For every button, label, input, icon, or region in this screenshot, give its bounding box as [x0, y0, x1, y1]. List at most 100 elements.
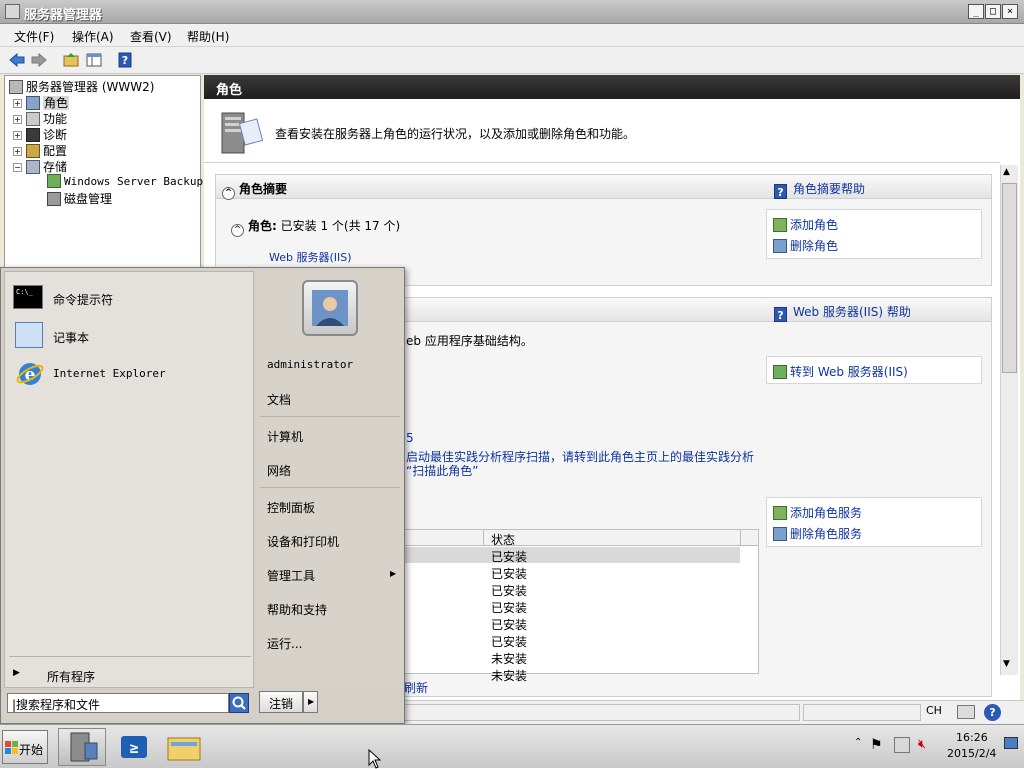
add-roles-link[interactable]: 添加角色	[773, 216, 838, 233]
status-column-header[interactable]: 状态	[491, 531, 515, 548]
tree-root[interactable]: 服务器管理器 (WWW2)	[9, 78, 154, 94]
table-row[interactable]: 未安装	[403, 666, 740, 683]
search-button[interactable]	[229, 693, 249, 713]
network-icon[interactable]	[894, 737, 910, 753]
tree-item-roles[interactable]: + 角色	[13, 94, 70, 110]
close-button[interactable]: ×	[1002, 4, 1018, 19]
table-row[interactable]: 已安装	[403, 547, 740, 564]
volume-muted-icon[interactable]: 🔇︎	[918, 737, 926, 752]
tree-item-windows-server-backup[interactable]: Windows Server Backup	[47, 174, 203, 190]
taskbar-powershell[interactable]: ≥	[110, 728, 158, 766]
show-desktop-button[interactable]	[1004, 737, 1018, 749]
status-pane	[404, 704, 800, 721]
start-menu-places-pane: administrator 文档 计算机 网络 控制面板 设备和打印机 管理工具…	[256, 271, 403, 688]
back-arrow-icon[interactable]	[8, 51, 26, 69]
internet-explorer-icon: e	[16, 363, 44, 385]
clock-date[interactable]: 2015/2/4	[947, 747, 996, 760]
expand-toggle[interactable]: +	[13, 147, 22, 156]
table-row[interactable]: 已安装	[403, 564, 740, 581]
keyboard-icon[interactable]	[957, 705, 975, 719]
action-center-flag-icon[interactable]: ⚑	[870, 737, 883, 753]
devices-and-printers-link[interactable]: 设备和打印机	[267, 533, 339, 550]
expand-toggle[interactable]: +	[13, 99, 22, 108]
add-role-services-link[interactable]: 添加角色服务	[773, 504, 862, 521]
add-roles-label: 添加角色	[790, 218, 839, 232]
installed-role-link[interactable]: Web 服务器(IIS)	[269, 249, 352, 265]
column-divider	[483, 530, 484, 546]
scroll-up-arrow-icon[interactable]: ▲	[1003, 167, 1010, 177]
menu-bar: 文件(F) 操作(A) 查看(V) 帮助(H)	[0, 24, 1024, 47]
status-cell: 已安装	[491, 618, 528, 632]
column-divider	[740, 530, 741, 546]
menu-view[interactable]: 查看(V)	[130, 28, 172, 45]
documents-link[interactable]: 文档	[267, 391, 291, 408]
table-row[interactable]: 未安装	[403, 649, 740, 666]
features-icon	[26, 112, 40, 126]
table-row[interactable]: 已安装	[403, 581, 740, 598]
toolbar: ?	[0, 47, 1024, 74]
roles-summary-help-link[interactable]: ? 角色摘要帮助	[774, 180, 865, 199]
tree-item-disk-management[interactable]: 磁盘管理	[47, 190, 112, 206]
language-indicator[interactable]: CH	[926, 704, 948, 722]
logoff-button[interactable]: 注销	[259, 691, 303, 713]
help-circle-icon[interactable]: ?	[984, 704, 1001, 721]
tree-item-storage[interactable]: − 存储	[13, 158, 67, 174]
goto-iis-link[interactable]: 转到 Web 服务器(IIS)	[773, 363, 908, 380]
tree-item-diagnostics[interactable]: + 诊断	[13, 126, 67, 142]
all-programs-button[interactable]: ▶ 所有程序	[11, 666, 247, 686]
menu-file[interactable]: 文件(F)	[14, 28, 54, 45]
control-panel-link[interactable]: 控制面板	[267, 499, 315, 516]
vertical-scrollbar[interactable]: ▲ ▼	[1000, 165, 1018, 675]
shutdown-options-button[interactable]: ▶	[303, 691, 318, 713]
start-button[interactable]: 开始	[2, 730, 48, 764]
run-link[interactable]: 运行...	[267, 635, 302, 652]
program-cmd[interactable]: C:\_ 命令提示符	[13, 282, 249, 314]
backup-icon	[47, 174, 61, 188]
restore-button[interactable]: □	[985, 4, 1001, 19]
remove-roles-link[interactable]: 删除角色	[773, 237, 838, 254]
help-and-support-link[interactable]: 帮助和支持	[267, 601, 327, 618]
places-separator	[260, 487, 400, 488]
collapse-toggle[interactable]: −	[13, 163, 22, 172]
help-icon[interactable]: ?	[116, 51, 134, 69]
expand-toggle[interactable]: +	[13, 131, 22, 140]
tree-item-configuration[interactable]: + 配置	[13, 142, 67, 158]
clock-time[interactable]: 16:26	[956, 731, 988, 744]
collapse-chevron-icon[interactable]: ^	[231, 224, 244, 237]
menu-help[interactable]: 帮助(H)	[187, 28, 229, 45]
title-bar[interactable]: 服务器管理器 _ □ ×	[0, 0, 1024, 24]
up-folder-icon[interactable]	[62, 51, 80, 69]
taskbar-server-manager[interactable]	[58, 728, 106, 766]
roles-summary-header[interactable]: ^ 角色摘要 ? 角色摘要帮助	[216, 175, 991, 200]
administrative-tools-link[interactable]: 管理工具	[267, 567, 315, 584]
minimize-button[interactable]: _	[968, 4, 984, 19]
show-hide-console-tree-icon[interactable]	[85, 51, 103, 69]
scroll-thumb[interactable]	[1002, 183, 1017, 373]
expand-toggle[interactable]: +	[13, 115, 22, 124]
scroll-down-arrow-icon[interactable]: ▼	[1003, 659, 1010, 669]
tree-item-features[interactable]: + 功能	[13, 110, 67, 126]
remove-role-services-link[interactable]: 删除角色服务	[773, 525, 862, 542]
network-link[interactable]: 网络	[267, 462, 291, 479]
refresh-link[interactable]: 刷新	[404, 679, 428, 696]
forward-arrow-icon[interactable]	[30, 51, 48, 69]
program-notepad[interactable]: 记事本	[13, 320, 249, 352]
add-role-services-label: 添加角色服务	[790, 506, 863, 520]
menu-action[interactable]: 操作(A)	[72, 28, 114, 45]
table-row[interactable]: 已安装	[403, 615, 740, 632]
iis-help-link[interactable]: ? Web 服务器(IIS) 帮助	[774, 303, 911, 322]
computer-link[interactable]: 计算机	[267, 428, 303, 445]
table-header-row: 状态	[403, 530, 758, 548]
taskbar-explorer[interactable]	[160, 728, 208, 766]
user-picture[interactable]	[302, 280, 358, 336]
table-row[interactable]: 已安装	[403, 598, 740, 615]
bpa-fragment-1[interactable]: 5	[406, 431, 414, 445]
show-hidden-icons-icon[interactable]: ⌃	[854, 737, 862, 748]
bpa-fragment-3[interactable]: “扫描此角色”	[406, 462, 478, 479]
start-search-input[interactable]: |搜索程序和文件	[7, 693, 229, 713]
user-name-link[interactable]: administrator	[267, 358, 353, 371]
remove-role-services-label: 删除角色服务	[790, 527, 863, 541]
collapse-chevron-icon[interactable]: ^	[222, 187, 235, 200]
table-row[interactable]: 已安装	[403, 632, 740, 649]
program-internet-explorer[interactable]: e Internet Explorer	[13, 358, 249, 390]
